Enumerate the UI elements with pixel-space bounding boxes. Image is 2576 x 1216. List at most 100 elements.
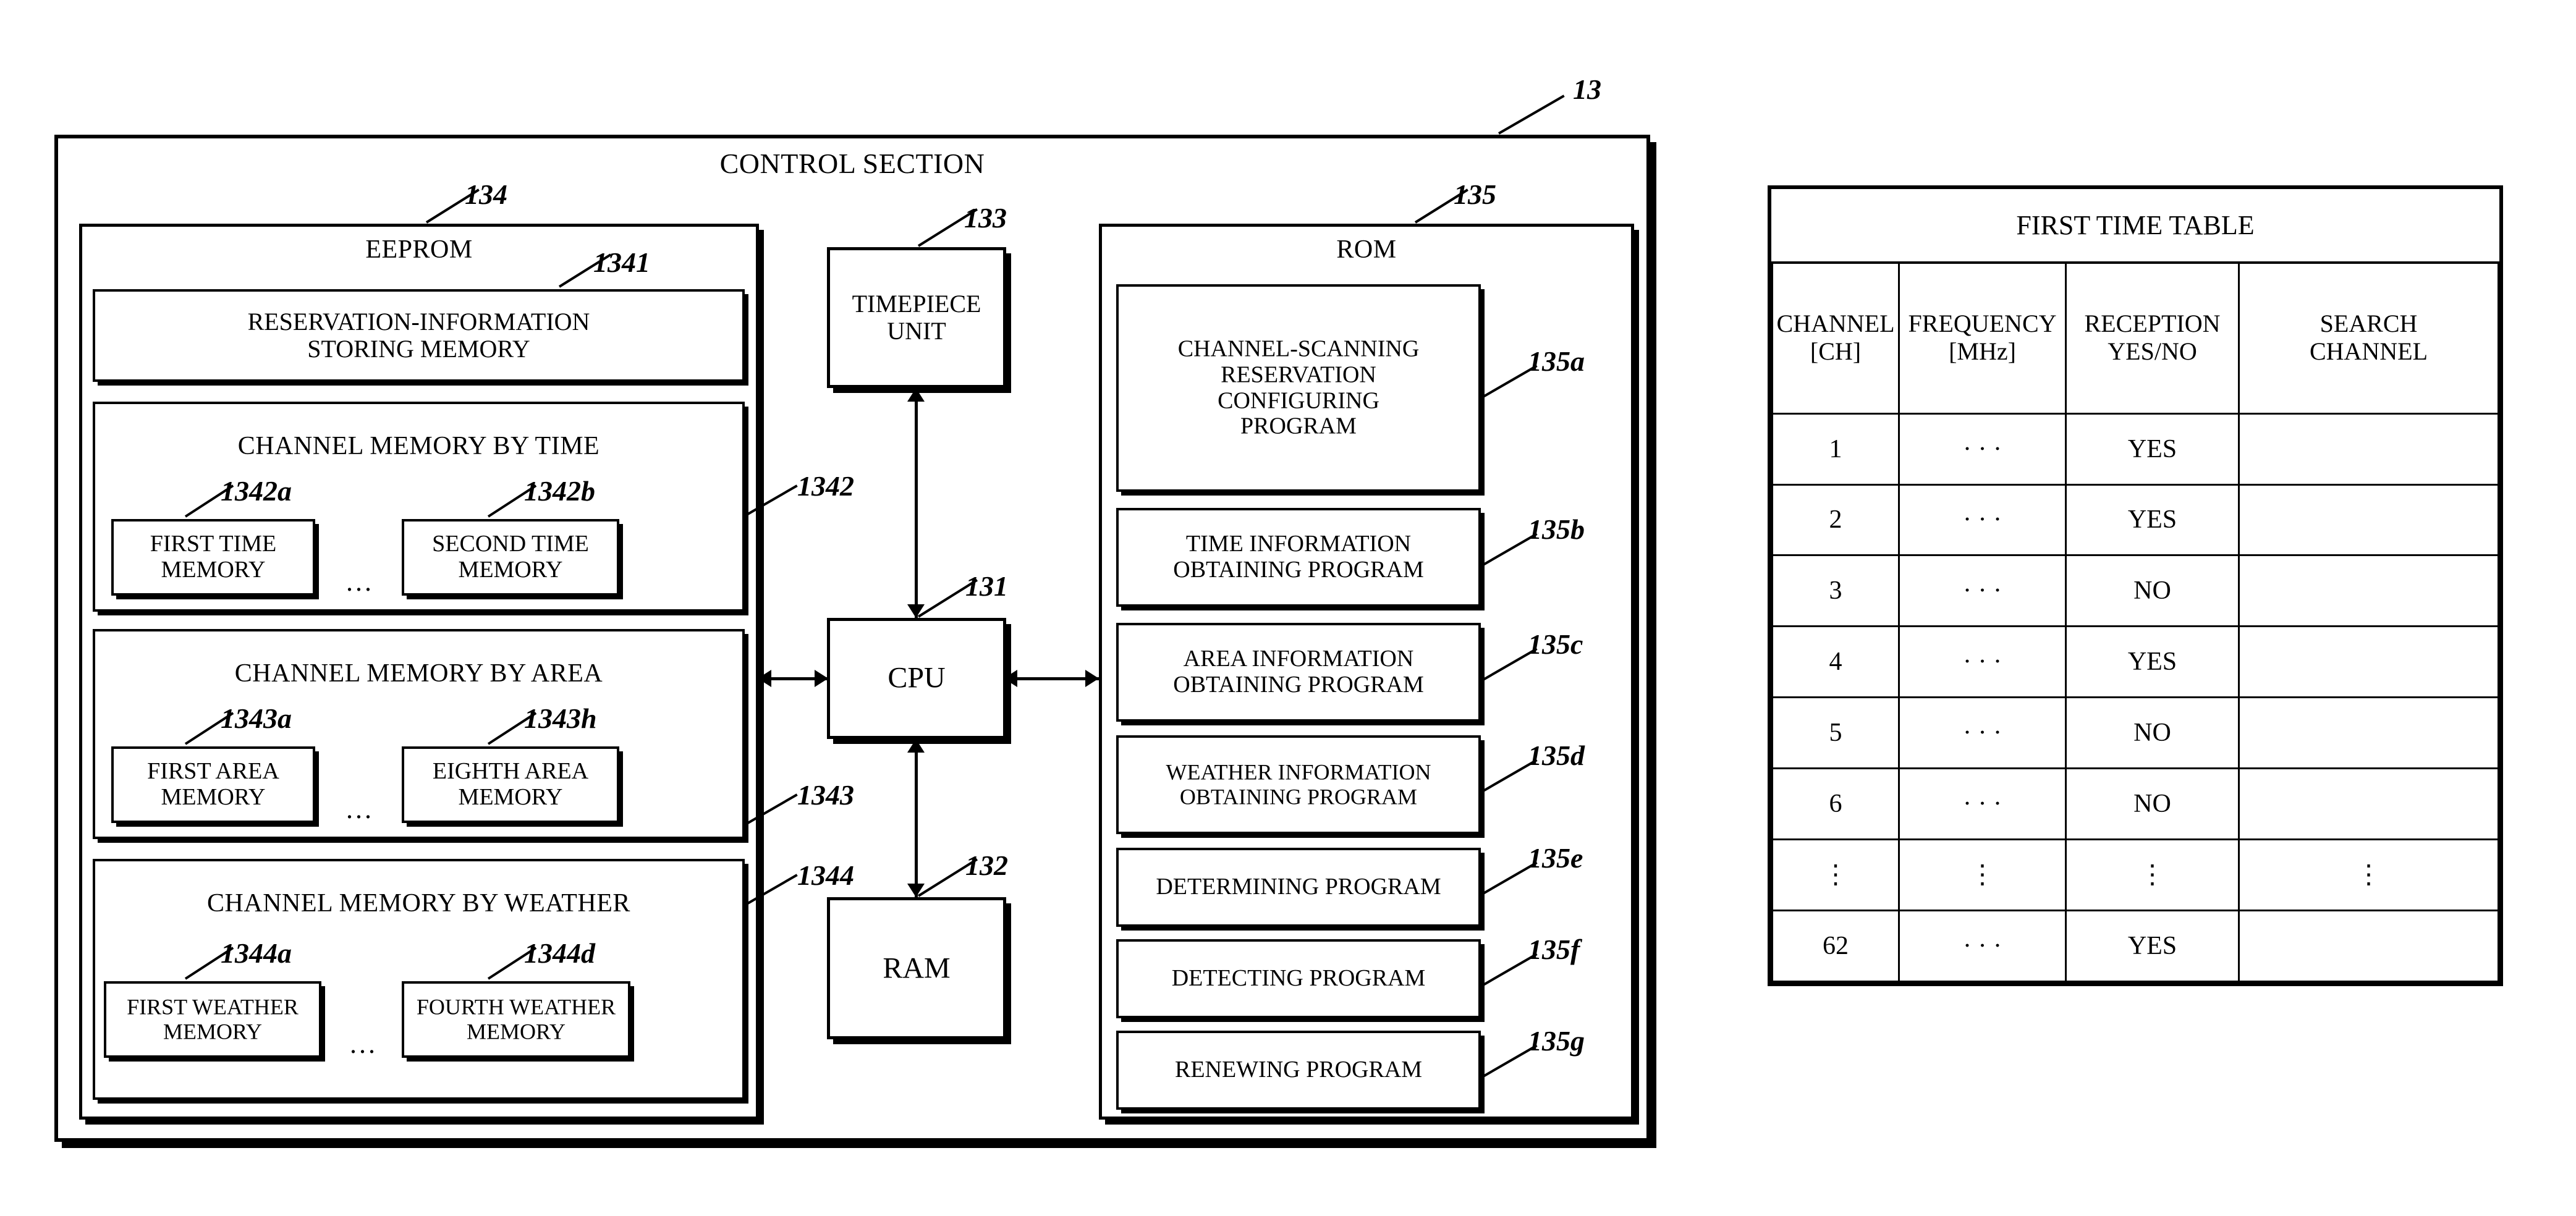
first-weather-memory-line1: FIRST WEATHER xyxy=(127,994,299,1020)
cell-channel: 3 xyxy=(1771,554,1900,628)
ref-1343: 1343 xyxy=(797,779,854,811)
channel-memory-by-weather-title: CHANNEL MEMORY BY WEATHER xyxy=(207,889,630,918)
fourth-weather-memory-line2: MEMORY xyxy=(466,1019,566,1044)
ram-label: RAM xyxy=(883,952,951,985)
cell-frequency: · · · xyxy=(1898,696,2067,770)
connector-timepiece-cpu xyxy=(915,388,918,618)
second-time-memory-label: SECOND TIME MEMORY xyxy=(402,531,619,583)
control-section-title: CONTROL SECTION xyxy=(719,148,985,179)
header-channel-line2: [CH] xyxy=(1810,337,1862,366)
detecting-program-label: DETECTING PROGRAM xyxy=(1171,965,1426,992)
cell-frequency: · · · xyxy=(1898,412,2067,486)
first-weather-memory-label: FIRST WEATHER MEMORY xyxy=(104,995,321,1044)
cell-reception: YES xyxy=(2065,625,2240,699)
program-135a-line3: CONFIGURING xyxy=(1218,387,1379,413)
determining-program-label: DETERMINING PROGRAM xyxy=(1156,874,1441,900)
fourth-weather-memory-label: FOURTH WEATHER MEMORY xyxy=(402,995,630,1044)
first-time-memory-line1: FIRST TIME xyxy=(150,531,277,557)
cell-frequency: · · · xyxy=(1898,767,2067,841)
ref-133: 133 xyxy=(964,202,1007,234)
cell-frequency: · · · xyxy=(1898,554,2067,628)
ref-1342b: 1342b xyxy=(524,475,595,507)
leader-line-13 xyxy=(1498,95,1565,135)
ref-1343a: 1343a xyxy=(221,703,292,734)
header-search-line1: SEARCH xyxy=(2320,310,2418,338)
table-row: 1 · · · YES xyxy=(1771,412,2499,486)
header-reception: RECEPTION YES/NO xyxy=(2065,261,2240,415)
first-time-memory-label: FIRST TIME MEMORY xyxy=(111,531,315,583)
ref-135e: 135e xyxy=(1528,842,1583,874)
ref-135f: 135f xyxy=(1528,934,1580,965)
cell-reception: ⋮ xyxy=(2065,838,2240,912)
cell-channel: 2 xyxy=(1771,483,1900,557)
cell-channel: ⋮ xyxy=(1771,838,1900,912)
cell-reception: YES xyxy=(2065,483,2240,557)
program-135c-line1: AREA INFORMATION xyxy=(1183,646,1414,672)
table-row: 2 · · · YES xyxy=(1771,483,2499,557)
program-135b-line1: TIME INFORMATION xyxy=(1185,531,1412,557)
cell-search-channel xyxy=(2238,625,2499,699)
ref-1342a: 1342a xyxy=(221,475,292,507)
header-channel: CHANNEL [CH] xyxy=(1771,261,1900,415)
cell-search-channel xyxy=(2238,767,2499,841)
first-time-table-caption: FIRST TIME TABLE xyxy=(1772,189,2499,264)
first-time-table: FIRST TIME TABLE CHANNEL [CH] FREQUENCY … xyxy=(1768,185,2503,986)
first-time-memory-line2: MEMORY xyxy=(161,557,266,583)
ref-135a: 135a xyxy=(1528,345,1585,377)
cell-search-channel xyxy=(2238,554,2499,628)
area-information-obtaining-program-label: AREA INFORMATION OBTAINING PROGRAM xyxy=(1116,646,1481,698)
header-frequency-line2: [MHz] xyxy=(1949,337,2016,366)
cell-reception: YES xyxy=(2065,412,2240,486)
first-area-memory-line1: FIRST AREA xyxy=(147,758,279,785)
ref-131: 131 xyxy=(965,570,1008,602)
cell-frequency: · · · xyxy=(1898,483,2067,557)
weather-information-obtaining-program-label: WEATHER INFORMATION OBTAINING PROGRAM xyxy=(1116,760,1481,809)
renewing-program-label: RENEWING PROGRAM xyxy=(1174,1057,1423,1083)
first-time-table-body: FIRST TIME TABLE CHANNEL [CH] FREQUENCY … xyxy=(1771,189,2499,982)
timepiece-unit-line1: TIMEPIECE xyxy=(852,290,981,318)
eighth-area-memory-label: EIGHTH AREA MEMORY xyxy=(402,758,619,811)
eighth-area-memory-line1: EIGHTH AREA xyxy=(432,758,589,785)
time-memory-ellipsis: ... xyxy=(346,567,374,597)
cell-frequency: · · · xyxy=(1898,625,2067,699)
header-reception-line2: YES/NO xyxy=(2108,337,2197,366)
arrowhead-cpu-right-from-eeprom xyxy=(815,670,828,687)
arrowhead-eeprom-left xyxy=(758,670,771,687)
arrowhead-rom-right xyxy=(1085,670,1099,687)
ref-135d: 135d xyxy=(1528,740,1585,771)
first-area-memory-line2: MEMORY xyxy=(161,784,266,810)
cell-channel: 62 xyxy=(1771,910,1900,982)
header-frequency: FREQUENCY [MHz] xyxy=(1898,261,2067,415)
program-135d-line1: WEATHER INFORMATION xyxy=(1166,759,1431,785)
ref-135g: 135g xyxy=(1528,1025,1585,1057)
ref-135b: 135b xyxy=(1528,513,1585,545)
cell-frequency: ⋮ xyxy=(1898,838,2067,912)
table-row: 5 · · · NO xyxy=(1771,696,2499,770)
channel-scanning-reservation-configuring-program-label: CHANNEL-SCANNING RESERVATION CONFIGURING… xyxy=(1116,336,1481,439)
timepiece-unit-line2: UNIT xyxy=(887,317,946,345)
program-135a-line1: CHANNEL-SCANNING xyxy=(1177,336,1420,362)
cpu-label: CPU xyxy=(888,661,946,695)
area-memory-ellipsis: ... xyxy=(346,794,374,824)
table-caption-row: FIRST TIME TABLE xyxy=(1772,189,2499,264)
ref-1344a: 1344a xyxy=(221,937,292,969)
program-135c-line2: OBTAINING PROGRAM xyxy=(1173,672,1424,698)
table-header-row: CHANNEL [CH] FREQUENCY [MHz] RECEPTION Y… xyxy=(1771,261,2499,415)
ref-135c: 135c xyxy=(1528,628,1583,660)
table-row: 62 · · · YES xyxy=(1771,910,2499,982)
cell-search-channel xyxy=(2238,412,2499,486)
ref-1344: 1344 xyxy=(797,859,854,891)
cell-reception: NO xyxy=(2065,696,2240,770)
table-row: 6 · · · NO xyxy=(1771,767,2499,841)
reservation-memory-line2: STORING MEMORY xyxy=(307,335,530,363)
header-reception-line1: RECEPTION xyxy=(2084,310,2221,338)
ref-1343h: 1343h xyxy=(524,703,597,734)
cell-channel: 4 xyxy=(1771,625,1900,699)
program-135d-line2: OBTAINING PROGRAM xyxy=(1179,784,1418,809)
rom-title: ROM xyxy=(1336,235,1397,264)
connector-cpu-ram xyxy=(915,739,918,897)
figure-canvas: CONTROL SECTION 13 EEPROM 134 RESERVATIO… xyxy=(0,0,2576,1216)
cell-channel: 5 xyxy=(1771,696,1900,770)
first-weather-memory-line2: MEMORY xyxy=(163,1019,263,1044)
ref-134: 134 xyxy=(465,179,507,210)
